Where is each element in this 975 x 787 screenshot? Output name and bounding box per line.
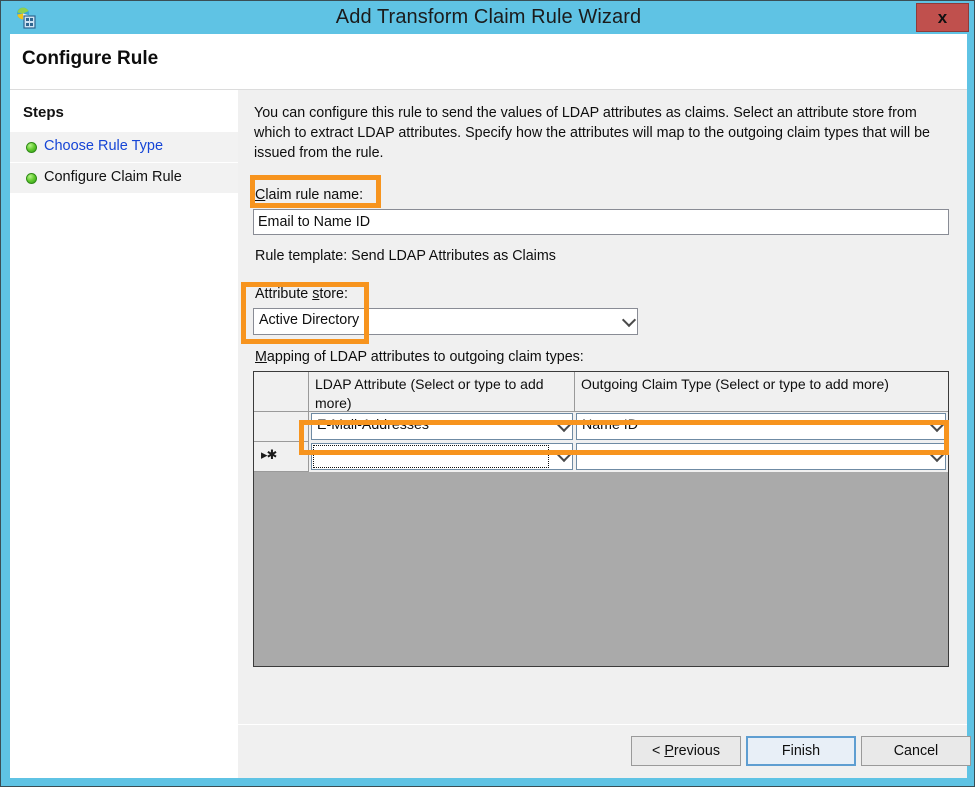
page-title: Configure Rule — [22, 48, 159, 69]
previous-button[interactable]: < Previous — [631, 736, 741, 766]
step-bullet-icon — [26, 142, 37, 153]
sidebar-item-label: Configure Claim Rule — [44, 169, 182, 185]
table-row[interactable]: ▸✱ — [254, 442, 948, 472]
page-header: Configure Rule — [10, 34, 967, 90]
rule-template-text: Rule template: Send LDAP Attributes as C… — [255, 248, 556, 264]
cell-focus-rect — [313, 445, 549, 468]
mapping-label: Mapping of LDAP attributes to outgoing c… — [255, 349, 584, 365]
grid-header-ldap-attribute: LDAP Attribute (Select or type to add mo… — [309, 372, 575, 411]
finish-button[interactable]: Finish — [746, 736, 856, 766]
grid-header-outgoing-claim-type: Outgoing Claim Type (Select or type to a… — [581, 376, 889, 392]
close-button[interactable]: x — [916, 3, 969, 32]
row-ldap-attribute-combobox[interactable]: E-Mail-Addresses — [311, 413, 573, 440]
row-header-cell-new[interactable]: ▸✱ — [254, 442, 309, 472]
attribute-store-label: Attribute store: — [255, 286, 348, 302]
row-outgoing-claim-type-combobox[interactable]: Name ID — [576, 413, 946, 440]
steps-heading: Steps — [23, 104, 64, 121]
table-row[interactable]: E-Mail-Addresses Name ID — [254, 412, 948, 442]
row-outgoing-claim-type-value: Name ID — [582, 417, 638, 433]
row-header-cell[interactable] — [254, 412, 309, 442]
claim-rule-name-input[interactable] — [253, 209, 949, 235]
sidebar-item-label: Choose Rule Type — [44, 138, 164, 154]
title-bar: Add Transform Claim Rule Wizard x — [1, 1, 974, 34]
steps-sidebar: Steps Choose Rule Type Configure Claim R… — [10, 90, 238, 778]
window-title: Add Transform Claim Rule Wizard — [335, 6, 642, 28]
intro-description: You can configure this rule to send the … — [254, 105, 930, 161]
sidebar-item-choose-rule-type[interactable]: Choose Rule Type — [10, 132, 238, 162]
grid-header-row: LDAP Attribute (Select or type to add mo… — [254, 372, 948, 412]
attribute-store-combobox[interactable]: Active Directory — [253, 308, 638, 335]
row-ldap-attribute-value: E-Mail-Addresses — [317, 417, 429, 433]
attribute-store-value: Active Directory — [259, 312, 360, 328]
cancel-button[interactable]: Cancel — [861, 736, 971, 766]
sidebar-item-configure-claim-rule[interactable]: Configure Claim Rule — [10, 163, 238, 193]
wizard-window: Add Transform Claim Rule Wizard x Config… — [0, 0, 975, 787]
claim-mapping-grid[interactable]: LDAP Attribute (Select or type to add mo… — [253, 371, 949, 667]
new-row-marker-icon: ▸✱ — [261, 447, 277, 462]
row-outgoing-claim-type-combobox[interactable] — [576, 443, 946, 470]
content-pane: You can configure this rule to send the … — [238, 90, 967, 778]
claim-rule-name-label: Claim rule name: — [255, 187, 364, 203]
grid-header-rowselect — [254, 372, 309, 411]
step-bullet-icon — [26, 173, 37, 184]
row-ldap-attribute-combobox[interactable] — [311, 443, 573, 470]
footer-button-bar: < Previous Finish Cancel — [238, 725, 971, 778]
